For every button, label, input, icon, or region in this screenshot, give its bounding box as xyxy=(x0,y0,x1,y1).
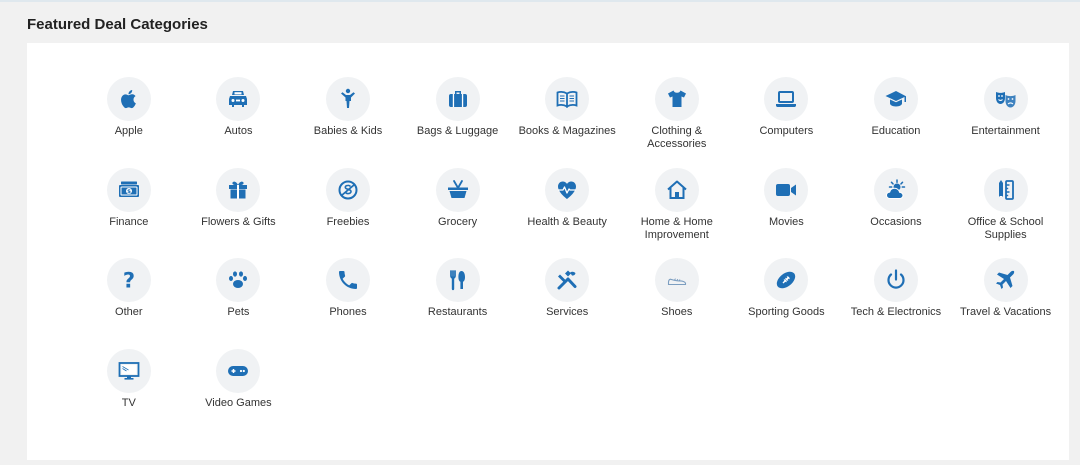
category-item-health-and-beauty[interactable]: Health & Beauty xyxy=(512,167,622,259)
category-item-apple[interactable]: Apple xyxy=(74,77,184,168)
tools-icon xyxy=(545,258,590,302)
category-item-movies[interactable]: Movies xyxy=(732,167,842,259)
category-item-restaurants[interactable]: Restaurants xyxy=(403,258,513,349)
category-label: Video Games xyxy=(205,396,272,409)
category-label: Office & School Supplies xyxy=(967,215,1044,241)
category-item-education[interactable]: Education xyxy=(841,77,951,168)
gamepad-icon xyxy=(216,348,261,393)
laptop-icon xyxy=(764,77,809,121)
category-item-freebies[interactable]: Freebies xyxy=(293,167,403,259)
category-item-sporting-goods[interactable]: Sporting Goods xyxy=(732,258,842,349)
category-label: Freebies xyxy=(326,215,370,228)
category-label: Grocery xyxy=(438,215,478,228)
theater-masks-icon xyxy=(983,77,1028,121)
category-item-other[interactable]: ? Other xyxy=(74,258,184,349)
category-label: Other xyxy=(115,306,143,318)
category-label: Autos xyxy=(224,125,253,137)
video-camera-icon xyxy=(764,167,809,212)
categories-grid: Apple Autos Babies & Kids Bags & Luggage Boo… xyxy=(74,77,1060,439)
category-item-finance[interactable]: $ Finance xyxy=(74,167,184,259)
category-item-occasions[interactable]: Occasions xyxy=(841,167,951,259)
category-item-phones[interactable]: Phones xyxy=(293,258,403,349)
category-label: Home & Home Improvement xyxy=(640,215,713,241)
child-icon xyxy=(325,77,370,121)
category-label: Babies & Kids xyxy=(313,125,383,137)
basket-icon xyxy=(435,167,480,212)
apple-icon xyxy=(106,77,151,121)
category-label: Restaurants xyxy=(427,306,488,318)
graduation-cap-icon xyxy=(873,77,918,121)
money-icon: $ xyxy=(106,167,151,212)
category-label: Apple xyxy=(114,125,143,137)
category-label: Travel & Vacations xyxy=(960,306,1052,318)
category-item-bags-and-luggage[interactable]: Bags & Luggage xyxy=(403,77,513,168)
category-label: Occasions xyxy=(870,215,922,228)
category-label: Services xyxy=(546,306,589,318)
category-label: Flowers & Gifts xyxy=(201,215,276,228)
category-item-computers[interactable]: Computers xyxy=(732,77,842,168)
sun-cloud-icon xyxy=(873,167,918,212)
category-item-grocery[interactable]: Grocery xyxy=(403,167,513,259)
football-icon xyxy=(764,258,809,302)
category-label: Bags & Luggage xyxy=(416,125,499,137)
category-item-travel-and-vacations[interactable]: Travel & Vacations xyxy=(951,258,1061,349)
svg-text:?: ? xyxy=(123,269,135,293)
category-item-books-and-magazines[interactable]: Books & Magazines xyxy=(512,77,622,168)
category-item-office-and-school-supplies[interactable]: Office & School Supplies xyxy=(951,167,1061,259)
phone-icon xyxy=(325,258,370,302)
car-icon xyxy=(216,77,261,121)
category-label: Education xyxy=(871,125,921,137)
category-label: Movies xyxy=(768,215,804,228)
category-label: Finance xyxy=(109,215,149,228)
power-icon xyxy=(873,258,918,302)
book-icon xyxy=(545,77,590,121)
categories-panel: Apple Autos Babies & Kids Bags & Luggage Boo… xyxy=(27,43,1069,460)
suitcase-icon xyxy=(435,77,480,121)
category-item-babies-and-kids[interactable]: Babies & Kids xyxy=(293,77,403,168)
free-icon xyxy=(325,167,370,212)
category-item-tech-and-electronics[interactable]: Tech & Electronics xyxy=(841,258,951,349)
paw-icon xyxy=(216,258,261,302)
heartbeat-icon xyxy=(545,167,590,212)
category-label: TV xyxy=(121,396,136,409)
pencil-ruler-icon xyxy=(983,167,1028,212)
category-item-entertainment[interactable]: Entertainment xyxy=(951,77,1061,168)
question-icon: ? xyxy=(106,258,151,302)
house-icon xyxy=(654,167,699,212)
category-label: Phones xyxy=(329,306,367,318)
category-item-pets[interactable]: Pets xyxy=(184,258,294,349)
category-label: Tech & Electronics xyxy=(850,306,942,318)
category-label: Shoes xyxy=(661,306,693,318)
category-item-autos[interactable]: Autos xyxy=(184,77,294,168)
top-divider xyxy=(0,0,1080,2)
category-label: Entertainment xyxy=(971,125,1040,137)
category-item-services[interactable]: Services xyxy=(512,258,622,349)
tv-icon xyxy=(106,348,151,393)
category-item-clothing-and-accessories[interactable]: Clothing & Accessories xyxy=(622,77,732,168)
category-label: Computers xyxy=(759,125,814,137)
category-label: Pets xyxy=(227,306,250,318)
tshirt-icon xyxy=(654,77,699,121)
category-item-flowers-and-gifts[interactable]: Flowers & Gifts xyxy=(184,167,294,259)
utensils-icon xyxy=(435,258,480,302)
category-label: Books & Magazines xyxy=(518,125,616,137)
shoe-icon xyxy=(654,258,699,302)
category-item-home-and-home-improvement[interactable]: Home & Home Improvement xyxy=(622,167,732,259)
gift-icon xyxy=(216,167,261,212)
category-label: Health & Beauty xyxy=(527,215,607,228)
category-item-shoes[interactable]: Shoes xyxy=(622,258,732,349)
category-item-video-games[interactable]: Video Games xyxy=(184,348,294,440)
category-label: Clothing & Accessories xyxy=(647,125,707,150)
plane-icon xyxy=(983,258,1028,302)
section-heading: Featured Deal Categories xyxy=(27,16,208,33)
category-item-tv[interactable]: TV xyxy=(74,348,184,440)
category-label: Sporting Goods xyxy=(748,306,825,318)
svg-text:$: $ xyxy=(127,189,131,195)
